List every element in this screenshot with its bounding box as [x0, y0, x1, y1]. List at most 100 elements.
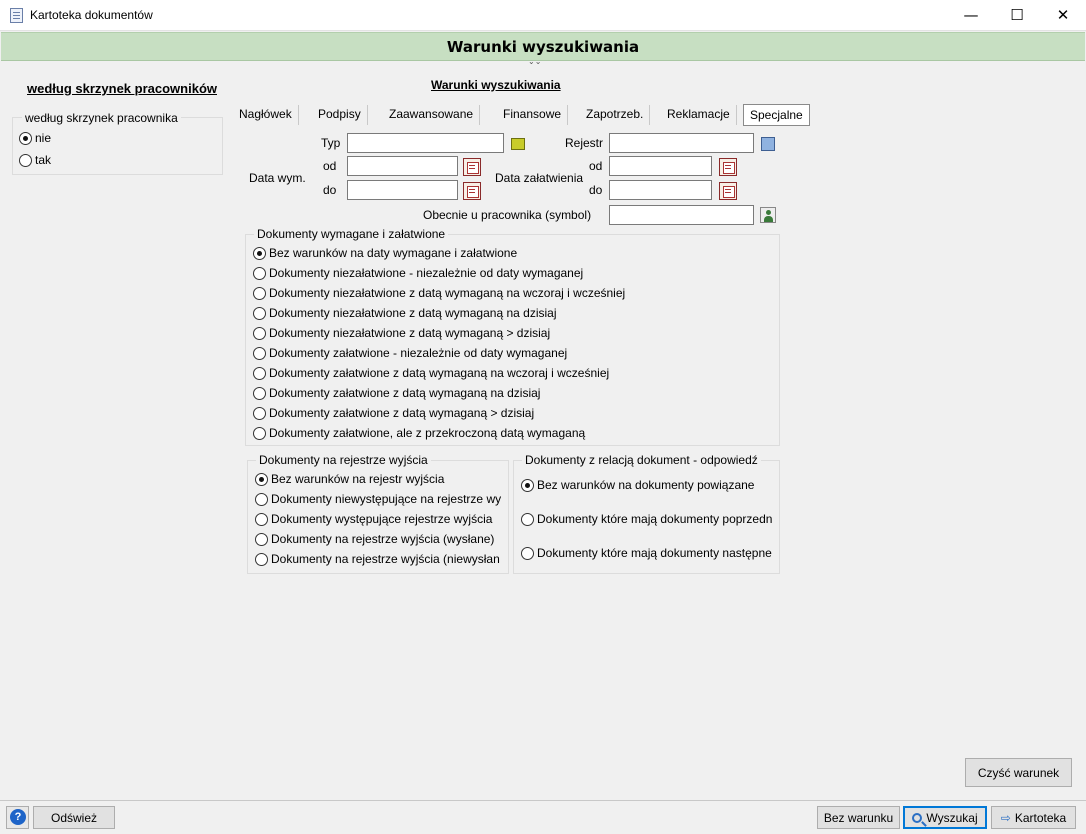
group_wymagane-option[interactable]: Dokumenty niezałatwione z datą wymaganą … [253, 286, 625, 300]
radio-unchecked-icon [19, 153, 32, 167]
radio-unchecked-icon [253, 426, 266, 440]
calendar-icon[interactable] [719, 182, 737, 200]
data-zal-label: Data załatwienia [495, 171, 584, 185]
wymagane-legend: Dokumenty wymagane i załatwione [254, 227, 449, 241]
zal-od-input[interactable] [609, 156, 712, 176]
radio-checked-icon [255, 472, 268, 486]
radio-unchecked-icon [253, 286, 266, 300]
radio-label: Dokumenty niezałatwione z datą wymaganą … [269, 306, 557, 320]
group_wymagane-option[interactable]: Dokumenty załatwione, ale z przekroczoną… [253, 426, 585, 440]
tab-naglowek[interactable]: Nagłówek [233, 105, 299, 125]
group_rejestr-option[interactable]: Dokumenty niewystępujące na rejestrze wy [255, 492, 501, 506]
group_wymagane-option[interactable]: Dokumenty niezałatwione - niezależnie od… [253, 266, 583, 280]
rejestr-label: Rejestr [565, 136, 604, 150]
radio-tak[interactable]: tak [19, 153, 51, 167]
rejestr-legend: Dokumenty na rejestrze wyjścia [256, 453, 431, 467]
radio-label: Dokumenty niezałatwione - niezależnie od… [269, 266, 584, 280]
group_wymagane-option[interactable]: Dokumenty załatwione z datą wymaganą > d… [253, 406, 534, 420]
radio-label: Dokumenty które mają dokumenty następne [537, 546, 772, 560]
maximize-button[interactable]: ☐ [994, 0, 1040, 31]
wym-od-input[interactable] [347, 156, 458, 176]
search-conditions-header: Warunki wyszukiwania [1, 32, 1085, 61]
group_wymagane-option[interactable]: Bez warunków na daty wymagane i załatwio… [253, 246, 517, 260]
minimize-button[interactable]: — [948, 0, 994, 31]
data-wym-label: Data wym. [249, 171, 306, 185]
group_relacja-option[interactable]: Dokumenty które mają dokumenty następne [521, 546, 772, 560]
clear-conditions-button[interactable]: Czyść warunek [965, 758, 1072, 787]
radio-label: Dokumenty niezałatwione z datą wymaganą … [269, 326, 551, 340]
radio-nie[interactable]: nie [19, 131, 51, 145]
left-panel-title: według skrzynek pracowników [27, 81, 217, 96]
header-title: Warunki wyszukiwania [446, 38, 640, 56]
radio-unchecked-icon [253, 306, 266, 320]
calendar-icon[interactable] [463, 158, 481, 176]
no-condition-button[interactable]: Bez warunku [817, 806, 900, 829]
radio-unchecked-icon [255, 552, 268, 566]
zal-od-label: od [589, 159, 603, 173]
book-icon[interactable] [759, 135, 777, 153]
typ-input[interactable] [347, 133, 504, 153]
zal-do-label: do [589, 183, 603, 197]
radio-unchecked-icon [255, 512, 268, 526]
splitter-grip-icon[interactable]: ⌄⌄ [528, 57, 541, 66]
tab-zapotrzeb[interactable]: Zapotrzeb. [580, 105, 651, 125]
group_wymagane-option[interactable]: Dokumenty niezałatwione z datą wymaganą … [253, 306, 557, 320]
radio-label: Dokumenty na rejestrze wyjścia (niewysła… [271, 552, 500, 566]
tab-zaawansowane[interactable]: Zaawansowane [383, 105, 481, 125]
window-titlebar: Kartoteka dokumentów — ☐ ✕ [0, 0, 1086, 31]
obecnie-input[interactable] [609, 205, 754, 225]
tab-reklamacje[interactable]: Reklamacje [661, 105, 737, 125]
help-icon[interactable]: ? [10, 809, 26, 825]
person-icon[interactable] [759, 206, 777, 224]
tab-podpisy[interactable]: Podpisy [312, 105, 368, 125]
radio-label: Dokumenty które mają dokumenty poprzedn [537, 512, 773, 526]
employee-box-legend: według skrzynek pracownika [22, 111, 181, 125]
tab-specjalne[interactable]: Specjalne [743, 104, 810, 126]
group_wymagane-option[interactable]: Dokumenty niezałatwione z datą wymaganą … [253, 326, 550, 340]
radio-checked-icon [19, 131, 32, 145]
radio-label: nie [35, 131, 52, 145]
radio-label: Dokumenty niewystępujące na rejestrze wy [271, 492, 502, 506]
radio-unchecked-icon [253, 386, 266, 400]
zal-do-input[interactable] [609, 180, 712, 200]
rejestr-input[interactable] [609, 133, 754, 153]
wym-do-input[interactable] [347, 180, 458, 200]
group_rejestr-option[interactable]: Dokumenty występujące rejestrze wyjścia [255, 512, 492, 526]
tab-finansowe[interactable]: Finansowe [497, 105, 569, 125]
group_wymagane-option[interactable]: Dokumenty załatwione z datą wymaganą na … [253, 386, 540, 400]
radio-unchecked-icon [255, 492, 268, 506]
radio-label: Dokumenty załatwione, ale z przekroczoną… [269, 426, 586, 440]
group_wymagane-option[interactable]: Dokumenty załatwione z datą wymaganą na … [253, 366, 609, 380]
group_wymagane-option[interactable]: Dokumenty załatwione - niezależnie od da… [253, 346, 567, 360]
radio-checked-icon [521, 478, 534, 492]
group_rejestr-option[interactable]: Dokumenty na rejestrze wyjścia (wysłane) [255, 532, 494, 546]
radio-unchecked-icon [253, 406, 266, 420]
radio-label: Dokumenty na rejestrze wyjścia (wysłane) [271, 532, 495, 546]
kartoteka-button[interactable]: ⇨ Kartoteka [991, 806, 1076, 829]
radio-label: Dokumenty niezałatwione z datą wymaganą … [269, 286, 626, 300]
folder-icon[interactable] [509, 135, 527, 153]
group_relacja-option[interactable]: Dokumenty które mają dokumenty poprzedn [521, 512, 772, 526]
document-icon [10, 8, 23, 23]
calendar-icon[interactable] [463, 182, 481, 200]
radio-checked-icon [253, 246, 266, 260]
typ-label: Typ [321, 136, 341, 150]
group_rejestr-option[interactable]: Dokumenty na rejestrze wyjścia (niewysła… [255, 552, 500, 566]
window-title: Kartoteka dokumentów [30, 8, 153, 22]
close-button[interactable]: ✕ [1040, 0, 1086, 31]
refresh-button[interactable]: Odśwież [33, 806, 115, 829]
radio-label: Dokumenty załatwione z datą wymaganą na … [269, 386, 541, 400]
wym-od-label: od [323, 159, 337, 173]
radio-label: tak [35, 153, 52, 167]
group_relacja-option[interactable]: Bez warunków na dokumenty powiązane [521, 478, 754, 492]
radio-unchecked-icon [255, 532, 268, 546]
calendar-icon[interactable] [719, 158, 737, 176]
radio-label: Bez warunków na dokumenty powiązane [537, 478, 755, 492]
group_rejestr-option[interactable]: Bez warunków na rejestr wyjścia [255, 472, 444, 486]
search-button[interactable]: Wyszukaj [903, 806, 987, 829]
relacja-legend: Dokumenty z relacją dokument - odpowiedź [522, 453, 761, 467]
radio-unchecked-icon [253, 266, 266, 280]
wym-do-label: do [323, 183, 337, 197]
radio-unchecked-icon [253, 326, 266, 340]
obecnie-label: Obecnie u pracownika (symbol) [423, 208, 592, 222]
